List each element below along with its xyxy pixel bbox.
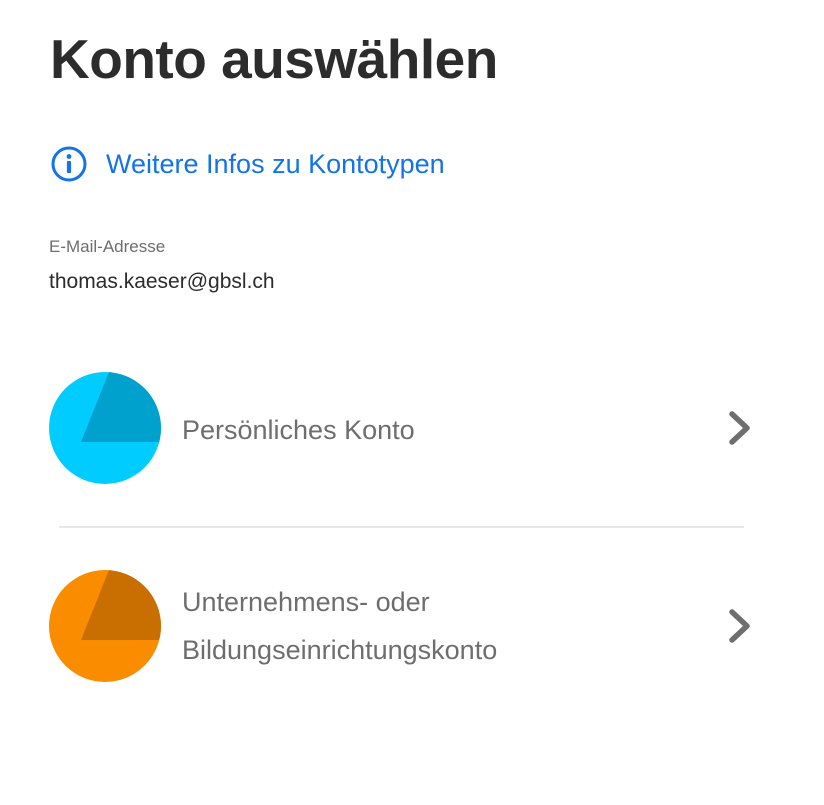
- email-value: thomas.kaeser@gbsl.ch: [49, 270, 275, 293]
- personal-account-label-line: Persönliches Konto: [182, 415, 415, 445]
- business-account-label: Unternehmens- oder Bildungseinrichtungsk…: [182, 578, 497, 674]
- account-selection-page: Konto auswählen Weitere Infos zu Kontoty…: [0, 0, 824, 805]
- info-link-label: Weitere Infos zu Kontotypen: [106, 149, 445, 179]
- personal-account-label: Persönliches Konto: [182, 406, 415, 454]
- business-account-label-line-2: Bildungseinrichtungskonto: [182, 635, 498, 665]
- account-types-info-link[interactable]: Weitere Infos zu Kontotypen: [50, 144, 445, 184]
- business-account-label-line-1: Unternehmens- oder: [182, 587, 430, 617]
- business-account-avatar-icon: [49, 570, 161, 682]
- email-label: E-Mail-Adresse: [49, 237, 166, 256]
- personal-account-option[interactable]: Persönliches Konto: [49, 372, 759, 484]
- chevron-right-icon: [729, 609, 750, 643]
- personal-account-avatar-icon: [49, 372, 161, 484]
- page-title: Konto auswählen: [50, 28, 498, 90]
- info-icon: [51, 146, 87, 182]
- chevron-right-icon: [729, 411, 750, 445]
- business-account-option[interactable]: Unternehmens- oder Bildungseinrichtungsk…: [49, 570, 759, 682]
- divider: [59, 526, 744, 528]
